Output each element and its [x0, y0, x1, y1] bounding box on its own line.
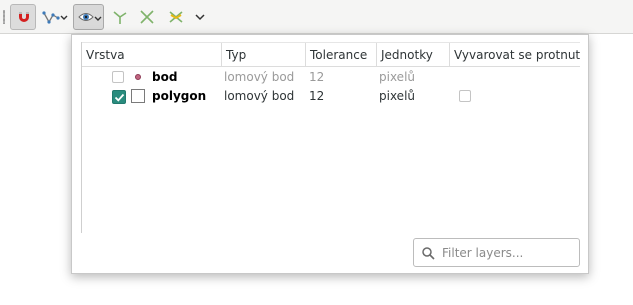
- tolerance-cell[interactable]: 12: [309, 87, 324, 106]
- self-snapping-button[interactable]: [165, 4, 187, 30]
- column-header-type[interactable]: Typ: [221, 43, 305, 67]
- table-header: Vrstva Typ Tolerance Jednotky Vyvarovat …: [82, 42, 580, 67]
- column-header-units[interactable]: Jednotky: [376, 43, 449, 67]
- checkmark-icon: [114, 93, 125, 102]
- snapping-config-popup: Vrstva Typ Tolerance Jednotky Vyvarovat …: [71, 34, 589, 274]
- tolerance-cell[interactable]: 12: [309, 68, 324, 87]
- self-snapping-icon: [169, 11, 183, 23]
- snapping-toolbar: [0, 0, 633, 34]
- snap-type-cell[interactable]: lomový bod: [224, 87, 294, 106]
- search-icon: [422, 247, 435, 260]
- layer-name: bod: [152, 70, 178, 84]
- point-symbol-icon: [135, 74, 141, 80]
- snap-type-cell[interactable]: lomový bod: [224, 68, 294, 87]
- column-header-layer[interactable]: Vrstva: [82, 43, 221, 67]
- layer-selection-icon: [42, 11, 60, 24]
- topological-editing-icon: [113, 11, 127, 24]
- snap-layer-mode-button[interactable]: [40, 4, 70, 30]
- layer-enabled-checkbox[interactable]: [112, 90, 126, 104]
- column-header-avoid-intersection[interactable]: Vyvarovat se protnutí: [449, 43, 580, 67]
- chevron-down-icon: [60, 15, 68, 20]
- table-row[interactable]: polygon lomový bod 12 pixelů: [82, 87, 580, 106]
- more-tools-button[interactable]: [192, 4, 208, 30]
- table-row[interactable]: bod lomový bod 12 pixelů: [82, 68, 580, 87]
- topological-editing-button[interactable]: [110, 4, 130, 30]
- layer-name: polygon: [152, 89, 207, 103]
- filter-layers-input[interactable]: [442, 243, 574, 262]
- filter-layers-field[interactable]: [413, 238, 580, 267]
- snap-config-button[interactable]: [73, 4, 104, 30]
- snap-config-eye-icon: [78, 13, 94, 21]
- chevron-down-icon: [94, 16, 102, 21]
- snapping-toggle-button[interactable]: [10, 4, 36, 30]
- polygon-symbol-icon: [131, 89, 145, 103]
- snap-on-intersection-icon: [140, 10, 154, 24]
- layer-enabled-checkbox[interactable]: [112, 71, 124, 83]
- units-cell[interactable]: pixelů: [379, 87, 415, 106]
- column-header-tolerance[interactable]: Tolerance: [305, 43, 376, 67]
- units-cell[interactable]: pixelů: [379, 68, 415, 87]
- layers-table: Vrstva Typ Tolerance Jednotky Vyvarovat …: [81, 42, 580, 233]
- snapping-magnet-icon: [19, 12, 29, 22]
- avoid-intersection-checkbox[interactable]: [459, 90, 471, 102]
- toolbar-grip-handle[interactable]: [3, 10, 5, 24]
- snap-intersection-button[interactable]: [137, 4, 157, 30]
- more-chevron-icon: [195, 14, 205, 21]
